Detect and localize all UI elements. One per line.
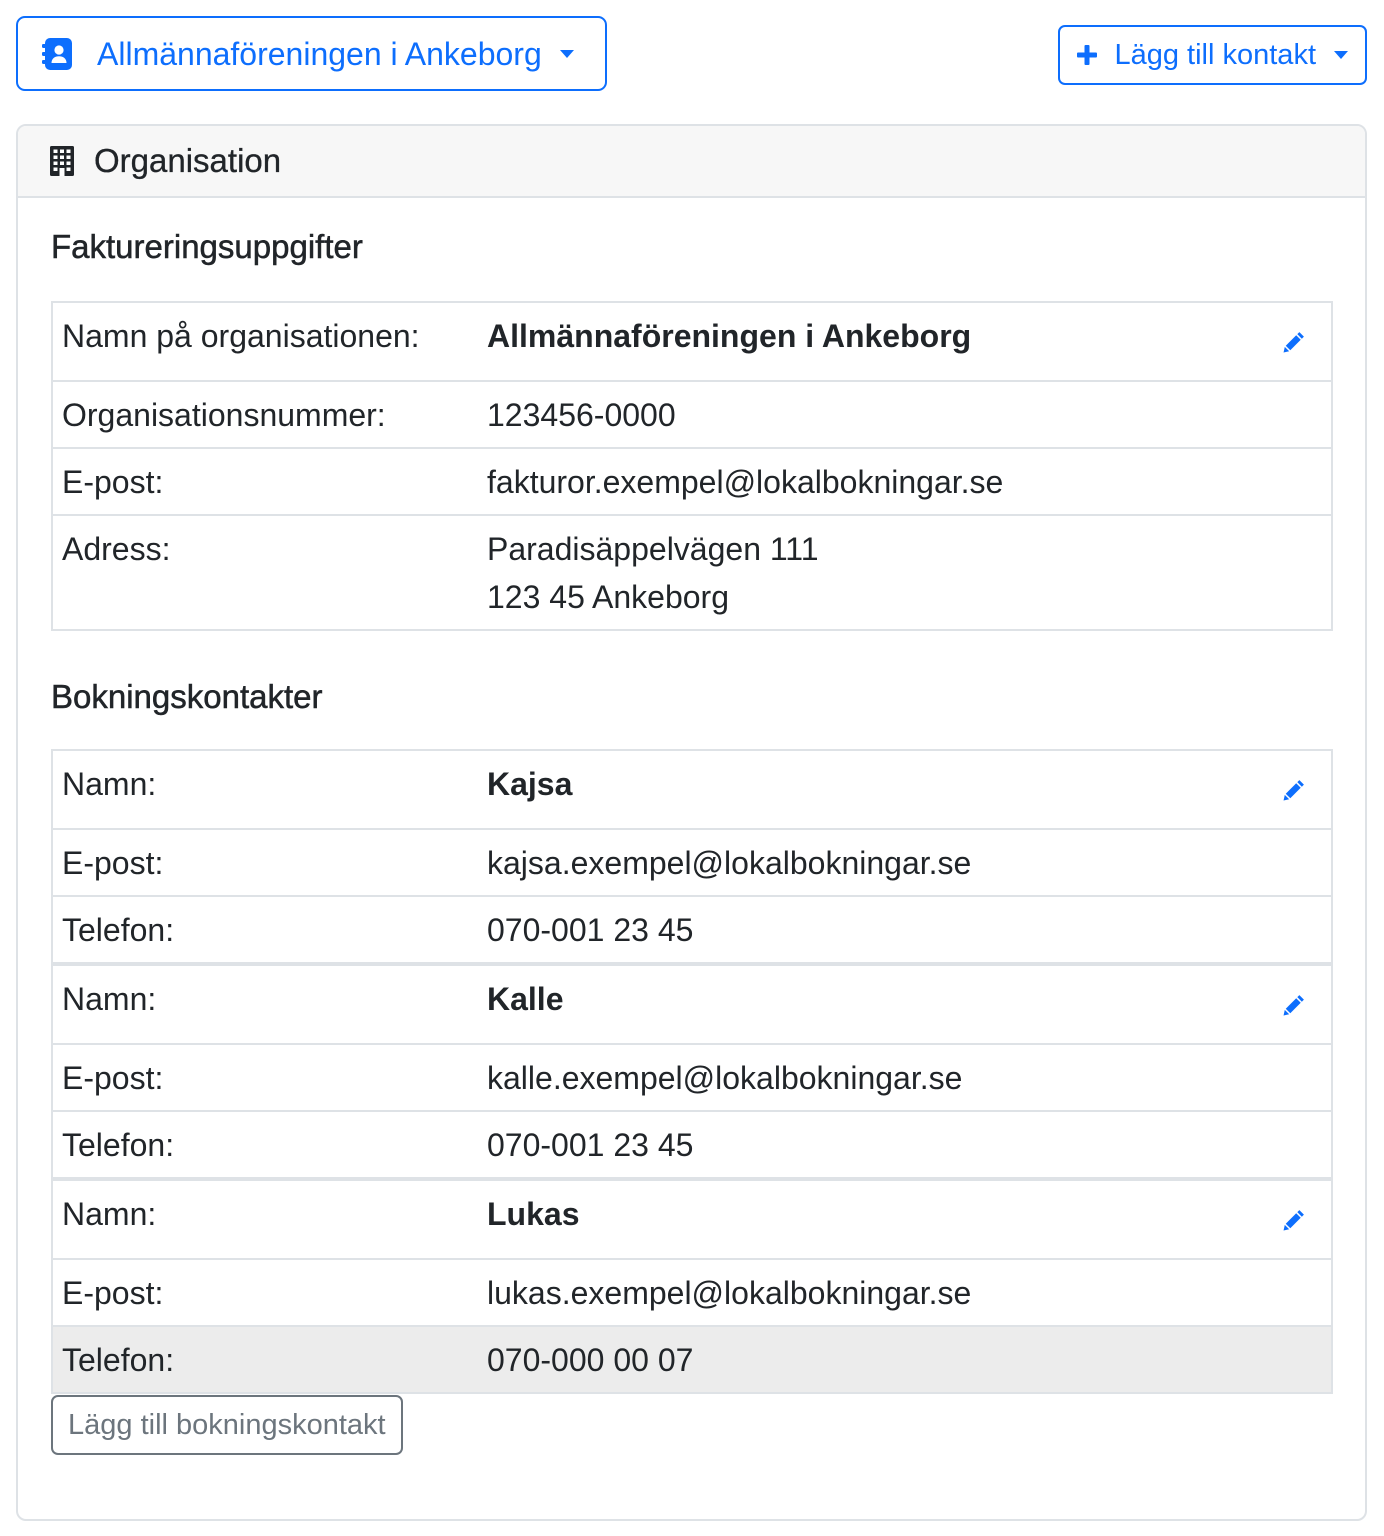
contact-phone-label: Telefon:	[53, 1327, 478, 1394]
contact-phone-row: Telefon: 070-001 23 45	[53, 897, 1331, 964]
billing-address-value: Paradisäppelvägen 111 123 45 Ankeborg	[478, 516, 1331, 631]
pencil-icon	[1283, 994, 1305, 1016]
contact-phone-row: Telefon: 070-000 00 07	[53, 1327, 1331, 1394]
card-body: Faktureringsuppgifter Namn på organisati…	[18, 198, 1365, 1455]
pencil-icon	[1283, 779, 1305, 801]
edit-contact-button[interactable]	[1267, 1190, 1321, 1250]
billing-address-label: Adress:	[53, 516, 478, 631]
add-contact-label: Lägg till kontakt	[1114, 39, 1316, 71]
plus-icon	[1077, 45, 1098, 65]
contact-name-value: Lukas	[487, 1196, 580, 1232]
contact-phone-value: 070-001 23 45	[478, 1112, 1331, 1179]
billing-email-value: fakturor.exempel@lokalbokningar.se	[478, 449, 1331, 516]
contact-group: Namn: Kalle E-post: kalle.exempel@lokalb…	[53, 964, 1331, 1179]
org-name-label: Namn på organisationen:	[53, 303, 478, 382]
contact-name-row: Namn: Kalle	[53, 964, 1331, 1045]
contact-email-row: E-post: lukas.exempel@lokalbokningar.se	[53, 1260, 1331, 1327]
caret-down-icon	[559, 49, 574, 58]
contact-group: Namn: Kajsa E-post: kajsa.exempel@lokalb…	[53, 751, 1331, 964]
address-line-street: Paradisäppelvägen 111	[487, 531, 819, 567]
contact-phone-value: 070-001 23 45	[478, 897, 1331, 964]
contact-name-label: Namn:	[53, 964, 478, 1045]
pencil-icon	[1283, 331, 1305, 353]
contact-email-value: lukas.exempel@lokalbokningar.se	[478, 1260, 1331, 1327]
address-book-icon	[42, 37, 72, 70]
org-name-cell: Allmännaföreningen i Ankeborg	[478, 303, 1331, 382]
contact-email-row: E-post: kajsa.exempel@lokalbokningar.se	[53, 830, 1331, 897]
organization-selector-dropdown[interactable]: Allmännaföreningen i Ankeborg	[16, 16, 607, 91]
organisation-card: Organisation Faktureringsuppgifter Namn …	[16, 124, 1367, 1521]
billing-email-label: E-post:	[53, 449, 478, 516]
contact-phone-label: Telefon:	[53, 897, 478, 964]
contact-email-label: E-post:	[53, 1260, 478, 1327]
contact-email-value: kalle.exempel@lokalbokningar.se	[478, 1045, 1331, 1112]
caret-down-icon	[1334, 51, 1348, 59]
contact-name-row: Namn: Lukas	[53, 1179, 1331, 1260]
contact-email-label: E-post:	[53, 830, 478, 897]
contact-group: Namn: Lukas E-post: lukas.exempel@lokalb…	[53, 1179, 1331, 1394]
org-name-value: Allmännaföreningen i Ankeborg	[487, 318, 972, 354]
edit-contact-button[interactable]	[1267, 760, 1321, 820]
org-number-label: Organisationsnummer:	[53, 382, 478, 449]
contact-name-cell: Kalle	[478, 964, 1331, 1045]
billing-email-row: E-post: fakturor.exempel@lokalbokningar.…	[53, 449, 1331, 516]
contact-phone-value: 070-000 00 07	[478, 1327, 1331, 1394]
add-contact-dropdown-button[interactable]: Lägg till kontakt	[1058, 25, 1367, 85]
contact-email-label: E-post:	[53, 1045, 478, 1112]
billing-details-table: Namn på organisationen: Allmännaförening…	[51, 301, 1333, 631]
edit-contact-button[interactable]	[1267, 975, 1321, 1035]
contact-name-label: Namn:	[53, 751, 478, 830]
card-title: Organisation	[94, 142, 282, 179]
billing-address-row: Adress: Paradisäppelvägen 111 123 45 Ank…	[53, 516, 1331, 631]
card-header: Organisation	[18, 126, 1365, 198]
contact-email-row: E-post: kalle.exempel@lokalbokningar.se	[53, 1045, 1331, 1112]
billing-org-number-row: Organisationsnummer: 123456-0000	[53, 382, 1331, 449]
pencil-icon	[1283, 1209, 1305, 1231]
booking-contacts-heading: Bokningskontakter	[51, 678, 323, 716]
contact-name-value: Kalle	[487, 981, 564, 1017]
org-number-value: 123456-0000	[478, 382, 1331, 449]
booking-contacts-table: Namn: Kajsa E-post: kajsa.exempel@lokalb…	[51, 749, 1333, 1394]
billing-heading: Faktureringsuppgifter	[51, 228, 363, 266]
organization-selector-label: Allmännaföreningen i Ankeborg	[97, 35, 542, 72]
contact-name-row: Namn: Kajsa	[53, 751, 1331, 830]
contact-phone-row: Telefon: 070-001 23 45	[53, 1112, 1331, 1179]
contact-name-label: Namn:	[53, 1179, 478, 1260]
contact-name-value: Kajsa	[487, 766, 573, 802]
contact-email-value: kajsa.exempel@lokalbokningar.se	[478, 830, 1331, 897]
add-booking-contact-button[interactable]: Lägg till bokningskontakt	[51, 1395, 403, 1455]
contact-name-cell: Kajsa	[478, 751, 1331, 830]
contact-name-cell: Lukas	[478, 1179, 1331, 1260]
address-line-postal: 123 45 Ankeborg	[487, 579, 729, 615]
edit-billing-button[interactable]	[1267, 312, 1321, 372]
billing-name-row: Namn på organisationen: Allmännaförening…	[53, 303, 1331, 382]
building-icon	[50, 146, 74, 176]
contact-phone-label: Telefon:	[53, 1112, 478, 1179]
